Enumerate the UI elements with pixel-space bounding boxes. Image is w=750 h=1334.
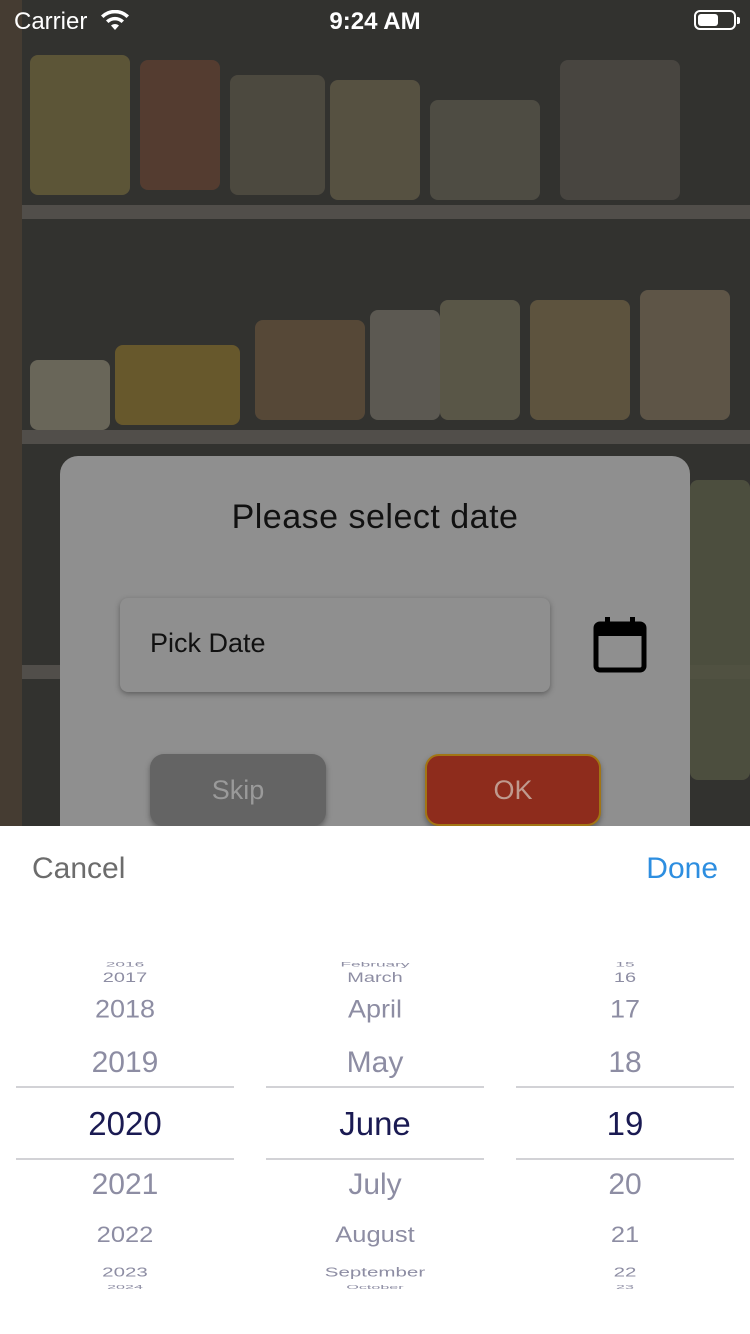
year-option[interactable]: 2022 [14, 1223, 236, 1249]
day-option[interactable]: 21 [514, 1223, 736, 1249]
month-option[interactable]: June [266, 1105, 484, 1143]
pick-date-field[interactable]: Pick Date [120, 598, 550, 692]
year-option[interactable]: 2021 [16, 1168, 234, 1202]
year-option[interactable]: 2023 [7, 1265, 242, 1280]
calendar-icon[interactable] [592, 616, 648, 674]
day-option[interactable]: 15 [500, 961, 750, 969]
year-option[interactable]: 2024 [0, 1284, 250, 1290]
day-wheel[interactable]: 15 16 17 18 19 20 21 22 23 [514, 954, 736, 1290]
month-option[interactable]: March [261, 970, 490, 987]
day-option[interactable]: 22 [507, 1265, 742, 1280]
day-option[interactable]: 16 [511, 970, 740, 987]
status-time: 9:24 AM [329, 8, 421, 35]
date-dialog: Please select date Pick Date Skip OK [60, 456, 690, 876]
date-picker-sheet: Cancel Done 2016 2017 2018 2019 2020 2021 2022… [0, 826, 750, 1334]
status-bar: Carrier 9:24 AM [0, 0, 750, 40]
year-wheel[interactable]: 2016 2017 2018 2019 2020 2021 2022 2023 2024 [14, 954, 236, 1290]
skip-button[interactable]: Skip [150, 754, 326, 826]
month-wheel[interactable]: February March April May June July August Septe… [264, 954, 486, 1290]
done-button[interactable]: Done [646, 852, 718, 886]
day-option[interactable]: 17 [516, 995, 734, 1024]
month-option[interactable]: October [250, 1284, 501, 1290]
day-option[interactable]: 23 [500, 1284, 750, 1290]
month-option[interactable]: September [257, 1265, 492, 1280]
month-option[interactable]: August [264, 1223, 486, 1249]
year-option[interactable]: 2018 [16, 995, 234, 1024]
year-option[interactable]: 2019 [16, 1046, 234, 1080]
cancel-button[interactable]: Cancel [32, 852, 125, 886]
month-option[interactable]: July [266, 1168, 484, 1202]
month-option[interactable]: May [266, 1046, 484, 1080]
year-option[interactable]: 2016 [0, 961, 250, 969]
ok-button[interactable]: OK [425, 754, 601, 826]
battery-icon [694, 10, 740, 30]
day-option[interactable]: 20 [516, 1168, 734, 1202]
day-option[interactable]: 19 [516, 1105, 734, 1143]
dialog-title: Please select date [231, 498, 519, 536]
month-option[interactable]: April [266, 995, 484, 1024]
year-option[interactable]: 2017 [11, 970, 240, 987]
year-option[interactable]: 2020 [16, 1105, 234, 1143]
day-option[interactable]: 18 [516, 1046, 734, 1080]
pick-date-placeholder: Pick Date [150, 628, 266, 658]
month-option[interactable]: February [250, 961, 501, 969]
